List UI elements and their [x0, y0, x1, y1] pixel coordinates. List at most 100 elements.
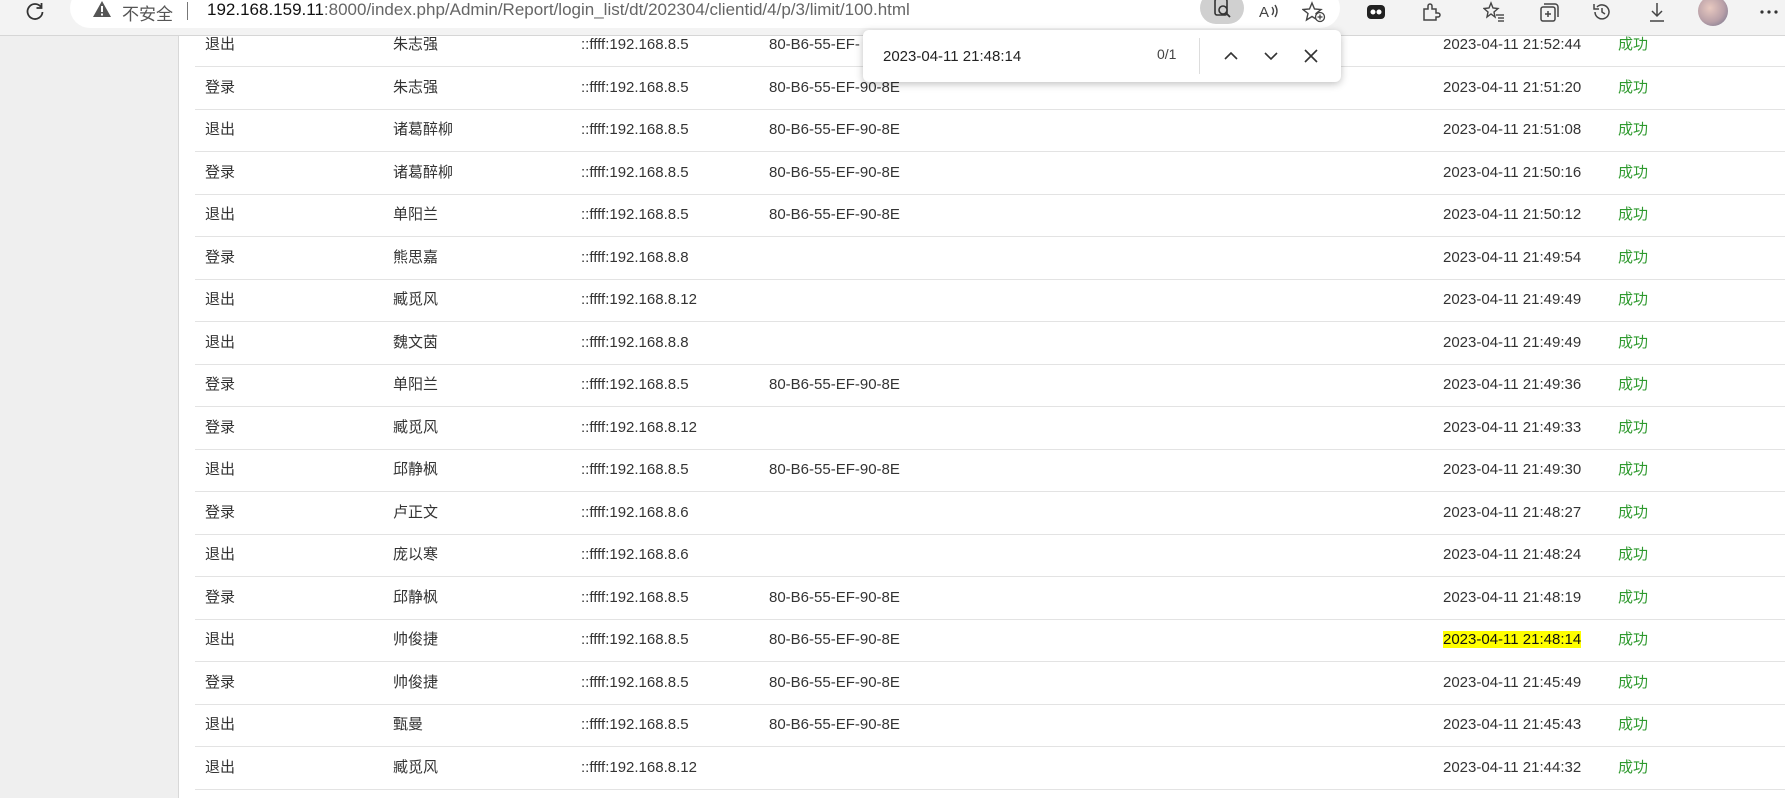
action-cell: 退出	[205, 704, 235, 746]
extensions-icon[interactable]	[1418, 0, 1444, 24]
result-cell-text: 成功	[1618, 758, 1649, 776]
action-cell-text: 登录	[205, 163, 236, 181]
ip-cell-text: ::ffff:192.168.8.8	[581, 248, 689, 266]
extension-icon[interactable]	[1363, 0, 1389, 24]
ip-cell: ::ffff:192.168.8.12	[581, 407, 697, 449]
action-cell: 登录	[205, 407, 235, 449]
url-path: :8000/index.php/Admin/Report/login_list/…	[323, 0, 910, 19]
result-cell: 成功	[1618, 492, 1648, 534]
ip-cell: ::ffff:192.168.8.6	[581, 534, 689, 576]
ip-cell: ::ffff:192.168.8.12	[581, 747, 697, 789]
ip-cell: ::ffff:192.168.8.5	[581, 364, 689, 406]
ip-cell-text: ::ffff:192.168.8.6	[581, 546, 689, 563]
time-cell-text: 2023-04-11 21:48:27	[1443, 503, 1582, 521]
action-cell-text: 登录	[205, 418, 236, 436]
url-host: 192.168.159.11	[207, 0, 324, 19]
read-aloud-icon[interactable]: A	[1256, 0, 1282, 24]
result-cell-text: 成功	[1618, 376, 1649, 393]
mac-cell-text: 80-B6-55-EF-90-8E	[769, 716, 900, 733]
action-cell-text: 退出	[205, 206, 236, 223]
more-menu-icon[interactable]	[1756, 0, 1782, 24]
ip-cell-text: ::ffff:192.168.8.5	[581, 121, 689, 138]
time-cell-text: 2023-04-11 21:50:16	[1443, 163, 1582, 181]
ip-cell-text: ::ffff:192.168.8.5	[581, 588, 689, 606]
name-cell-text: 朱志强	[393, 78, 439, 96]
ip-cell: ::ffff:192.168.8.5	[581, 109, 689, 151]
name-cell: 朱志强	[393, 24, 438, 66]
time-cell: 2023-04-11 21:48:14	[1442, 619, 1582, 661]
table-row: 登录 熊思嘉::ffff:192.168.8.8 2023-04-11 21:49:…	[195, 237, 1785, 280]
ip-cell: ::ffff:192.168.8.6	[581, 492, 689, 534]
action-cell: 退出	[205, 279, 235, 321]
name-cell: 臧觅风	[393, 407, 438, 449]
action-cell: 退出	[205, 619, 235, 661]
downloads-icon[interactable]	[1644, 0, 1670, 24]
ip-cell: ::ffff:192.168.8.5	[581, 619, 689, 661]
name-cell-text: 帅俊捷	[393, 673, 439, 691]
name-cell-text: 邱静枫	[393, 588, 439, 606]
result-cell: 成功	[1618, 194, 1648, 236]
insecure-label[interactable]: 不安全	[122, 0, 173, 25]
mac-cell: 80-B6-55-EF-90-8E	[769, 194, 900, 236]
name-cell: 臧觅风	[393, 747, 438, 789]
find-previous-icon[interactable]	[1219, 44, 1243, 68]
name-cell: 诸葛醉柳	[393, 152, 453, 194]
ip-cell: ::ffff:192.168.8.5	[581, 704, 689, 746]
reload-icon[interactable]	[22, 0, 48, 24]
ip-cell-text: ::ffff:192.168.8.12	[581, 758, 697, 776]
find-next-icon[interactable]	[1259, 44, 1283, 68]
result-cell-text: 成功	[1618, 36, 1649, 53]
time-cell-text: 2023-04-11 21:49:36	[1443, 376, 1582, 393]
collections-icon[interactable]	[1535, 0, 1561, 24]
name-cell-text: 臧觅风	[393, 418, 439, 436]
result-cell: 成功	[1618, 152, 1648, 194]
name-cell-text: 卢正文	[393, 503, 439, 521]
mac-cell: 80-B6-55-EF-90-8E	[769, 449, 900, 491]
result-cell-text: 成功	[1618, 673, 1649, 691]
action-cell-text: 登录	[205, 588, 236, 606]
table-row: 登录 卢正文::ffff:192.168.8.6 2023-04-11 21:48:…	[195, 492, 1785, 535]
warning-icon[interactable]	[92, 0, 112, 18]
result-cell-text: 成功	[1618, 333, 1649, 351]
action-cell: 退出	[205, 747, 235, 789]
action-cell-text: 退出	[205, 461, 236, 478]
action-cell-text: 退出	[205, 631, 236, 648]
url-text[interactable]: 192.168.159.11:8000/index.php/Admin/Repo…	[207, 0, 910, 20]
name-cell-text: 朱志强	[393, 36, 439, 53]
result-cell: 成功	[1618, 747, 1648, 789]
result-cell: 成功	[1618, 322, 1648, 364]
ip-cell-text: ::ffff:192.168.8.12	[581, 418, 697, 436]
name-cell: 甄曼	[393, 704, 423, 746]
ip-cell: ::ffff:192.168.8.8	[581, 322, 689, 364]
find-in-page-icon[interactable]	[1200, 0, 1244, 24]
action-cell: 登录	[205, 492, 235, 534]
profile-avatar[interactable]	[1698, 0, 1728, 26]
find-input[interactable]	[883, 44, 1123, 68]
time-cell-text: 2023-04-11 21:45:49	[1443, 673, 1582, 691]
table-row: 登录 诸葛醉柳::ffff:192.168.8.5 80-B6-55-EF-90-8…	[195, 152, 1785, 195]
add-favorite-icon[interactable]	[1301, 0, 1327, 24]
result-cell-text: 成功	[1618, 418, 1649, 436]
result-cell-text: 成功	[1618, 588, 1649, 606]
history-icon[interactable]	[1589, 0, 1615, 24]
find-bar: 0/1	[863, 30, 1341, 82]
result-cell-text: 成功	[1618, 78, 1649, 96]
ip-cell-text: ::ffff:192.168.8.5	[581, 461, 689, 478]
ip-cell-text: ::ffff:192.168.8.5	[581, 673, 689, 691]
time-cell: 2023-04-11 21:48:19	[1442, 577, 1582, 619]
login-list-table: 退出 朱志强::ffff:192.168.8.5 80-B6-55-EF- 2023-…	[178, 36, 1785, 798]
mac-cell: 80-B6-55-EF-90-8E	[769, 662, 900, 704]
favorites-icon[interactable]	[1481, 0, 1507, 24]
find-close-icon[interactable]	[1299, 44, 1323, 68]
result-cell-text: 成功	[1618, 503, 1649, 521]
action-cell: 退出	[205, 109, 235, 151]
name-cell-text: 臧觅风	[393, 758, 439, 776]
result-cell-text: 成功	[1618, 163, 1649, 181]
action-cell-text: 登录	[205, 673, 236, 691]
table-row: 退出 魏文茵::ffff:192.168.8.8 2023-04-11 21:49:…	[195, 322, 1785, 365]
time-cell-text: 2023-04-11 21:49:30	[1443, 461, 1582, 478]
time-cell-text: 2023-04-11 21:48:14	[1443, 631, 1582, 648]
name-cell-text: 单阳兰	[393, 206, 439, 223]
ip-cell: ::ffff:192.168.8.5	[581, 662, 689, 704]
time-cell: 2023-04-11 21:49:36	[1442, 364, 1582, 406]
